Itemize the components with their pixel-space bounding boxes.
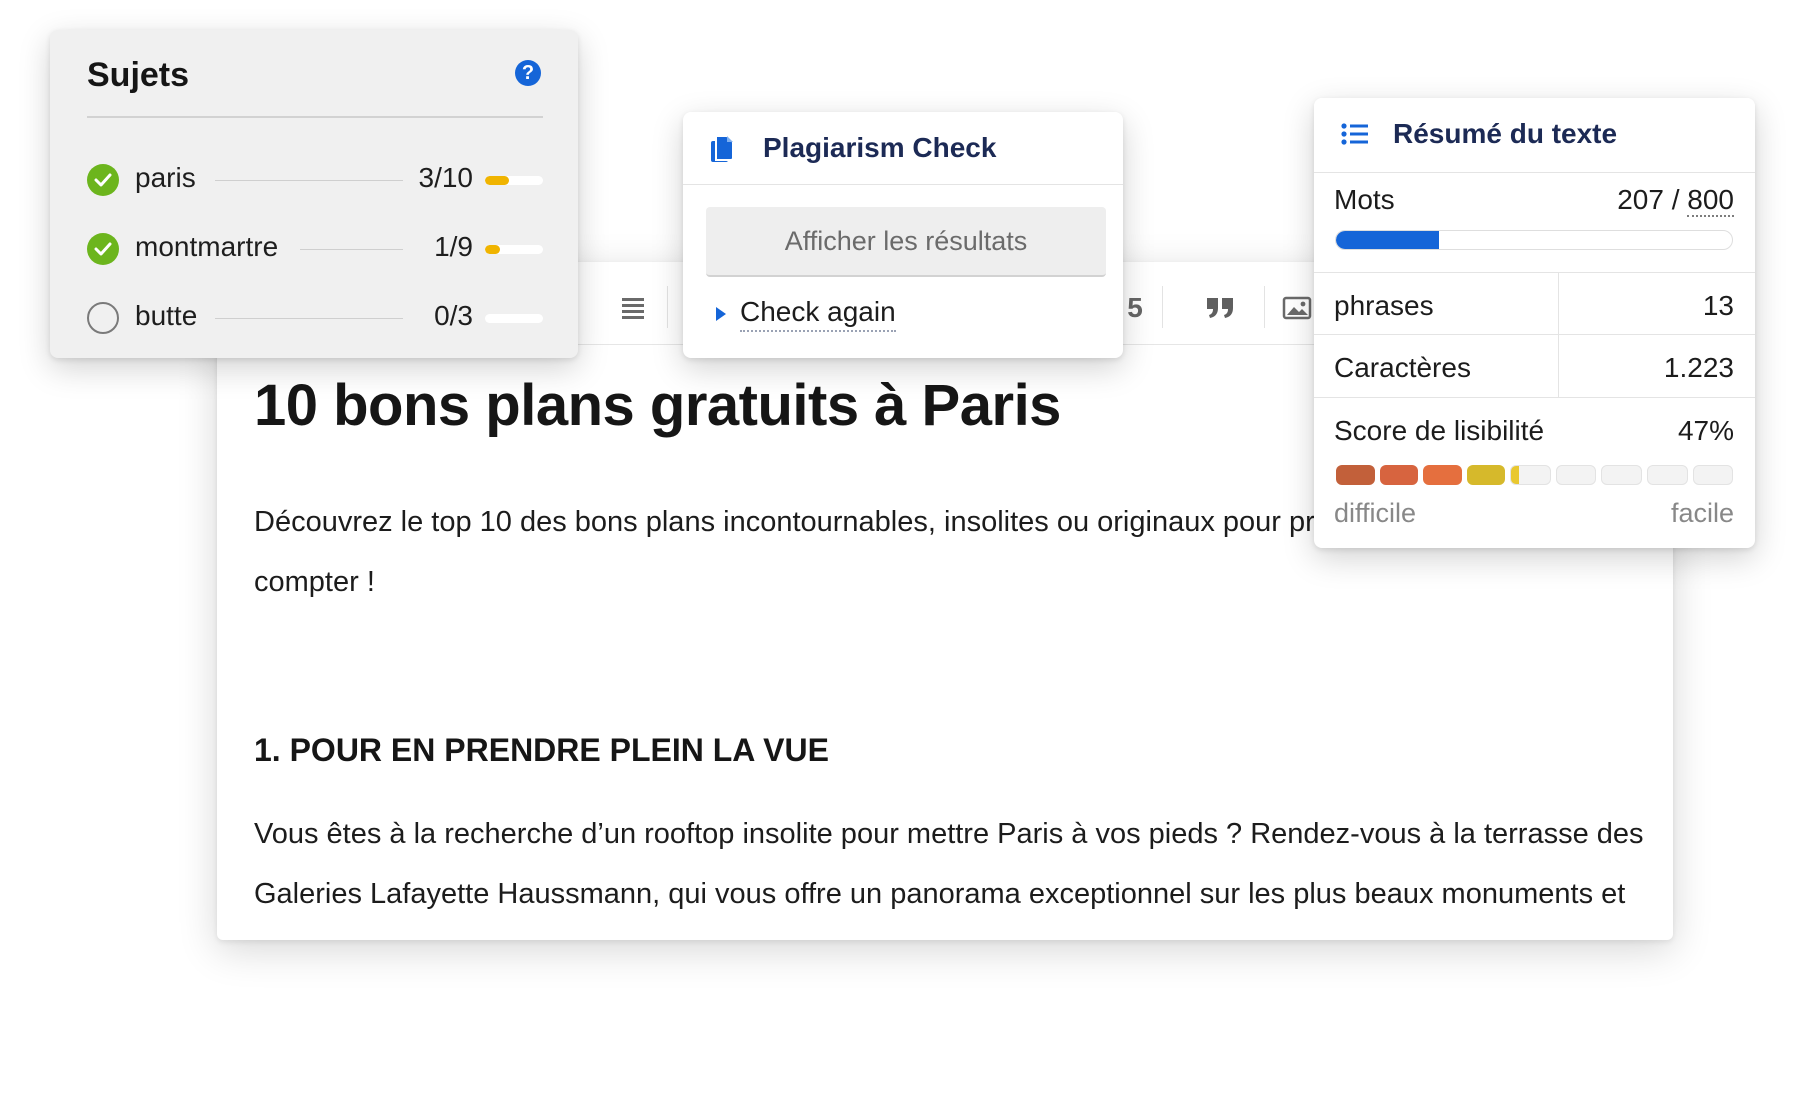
quote-icon[interactable] — [1200, 288, 1240, 328]
heading-5-label: 5 — [1127, 292, 1143, 323]
divider — [1314, 334, 1755, 335]
plagiarism-title: Plagiarism Check — [763, 132, 997, 163]
topic-name: montmartre — [135, 231, 279, 262]
help-icon[interactable]: ? — [515, 60, 541, 86]
toolbar-divider — [667, 286, 668, 328]
document-title: 10 bons plans gratuits à Paris — [254, 373, 1061, 438]
text-summary-panel: Résumé du texte Mots 207 / 800 phrases 1… — [1314, 98, 1755, 548]
readability-segment — [1423, 465, 1462, 485]
readability-segment — [1646, 465, 1688, 485]
empty-circle-icon — [87, 302, 119, 334]
list-icon — [1340, 122, 1370, 151]
toolbar-divider — [1264, 286, 1265, 328]
sentences-value: 13 — [1702, 290, 1734, 321]
show-results-button[interactable]: Afficher les résultats — [706, 207, 1106, 277]
topic-progress-fill — [485, 245, 500, 254]
caret-right-icon — [716, 307, 726, 321]
divider — [1314, 272, 1755, 273]
check-circle-icon — [87, 164, 119, 196]
readability-segment — [1692, 465, 1734, 485]
scale-high-label: facile — [1670, 498, 1734, 528]
leader-line — [215, 180, 403, 181]
readability-segment — [1379, 465, 1419, 485]
topic-name: paris — [135, 162, 196, 193]
align-justify-icon[interactable] — [613, 288, 653, 328]
readability-segment — [1466, 465, 1506, 485]
sentences-label: phrases — [1334, 290, 1434, 321]
topic-progress — [485, 314, 543, 323]
words-progress-fill — [1336, 231, 1439, 249]
section-paragraph: Vous êtes à la recherche d’un rooftop in… — [254, 818, 1644, 940]
topics-title: Sujets — [87, 56, 190, 94]
topic-name: butte — [135, 300, 198, 331]
topic-row-butte: butte 0/3 — [87, 298, 543, 338]
words-max[interactable]: 800 — [1687, 184, 1734, 217]
words-progress — [1335, 230, 1733, 250]
readability-segment — [1336, 465, 1375, 485]
characters-label: Caractères — [1334, 352, 1471, 383]
plagiarism-header: Plagiarism Check — [683, 112, 1123, 185]
toolbar-divider — [1162, 286, 1163, 328]
check-again-link[interactable]: Check again — [716, 296, 896, 332]
readability-segment — [1601, 465, 1642, 485]
topic-progress — [485, 176, 543, 185]
topic-row-montmartre: montmartre 1/9 — [87, 229, 543, 269]
documents-icon — [709, 134, 735, 169]
readability-value: 47% — [1677, 415, 1734, 446]
divider — [1314, 397, 1755, 398]
readability-segment — [1555, 465, 1597, 485]
leader-line — [215, 318, 403, 319]
words-separator: / — [1663, 184, 1688, 215]
words-value: 207 / 800 — [1617, 184, 1734, 217]
readability-meter — [1336, 465, 1734, 485]
topic-count: 0/3 — [434, 300, 473, 331]
readability-segment — [1510, 465, 1551, 485]
topic-count: 3/10 — [418, 162, 474, 193]
words-count: 207 — [1617, 184, 1664, 215]
image-icon[interactable] — [1277, 288, 1317, 328]
words-label: Mots — [1334, 184, 1395, 215]
topic-row-paris: paris 3/10 — [87, 160, 543, 200]
check-circle-icon — [87, 233, 119, 265]
topic-progress — [485, 245, 543, 254]
check-again-label: Check again — [740, 296, 896, 332]
leader-line — [300, 249, 403, 250]
summary-title: Résumé du texte — [1393, 118, 1618, 149]
topics-panel: Sujets ? paris 3/10 montmartre 1/9 butte… — [50, 30, 578, 358]
scale-low-label: difficile — [1334, 498, 1417, 528]
divider — [87, 116, 543, 118]
readability-label: Score de lisibilité — [1334, 415, 1545, 446]
summary-header: Résumé du texte — [1314, 98, 1755, 173]
topic-count: 1/9 — [434, 231, 473, 262]
section-heading: 1. POUR EN PRENDRE PLEIN LA VUE — [254, 732, 829, 768]
characters-value: 1.223 — [1663, 352, 1734, 383]
topic-progress-fill — [485, 176, 510, 185]
plagiarism-panel: Plagiarism Check Afficher les résultats … — [683, 112, 1123, 358]
